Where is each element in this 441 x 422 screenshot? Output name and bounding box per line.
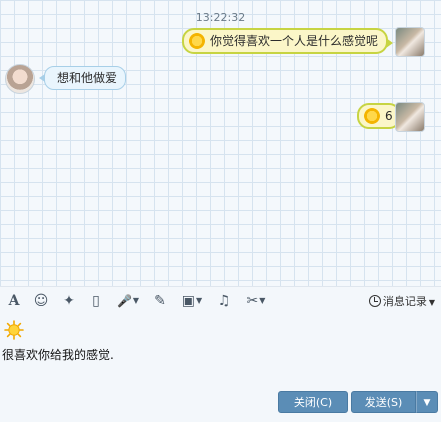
input-text: 很喜欢你给我的感觉. (2, 348, 114, 362)
message-text: 想和他做爱 (57, 71, 118, 85)
image-icon[interactable]: ▣▼ (176, 292, 208, 310)
contact-avatar[interactable] (5, 64, 35, 94)
message-bubble-incoming: 想和他做爱 (39, 66, 127, 90)
send-button[interactable]: 发送(S) (351, 391, 416, 413)
sun-emoji-icon (4, 320, 24, 340)
history-label: 消息记录 (382, 295, 427, 308)
message-timestamp: 13:22:32 (195, 11, 246, 24)
edit-icon[interactable]: ✎ (151, 292, 169, 310)
send-options-button[interactable]: ▼ (416, 391, 438, 413)
my-avatar[interactable] (395, 102, 425, 132)
font-icon[interactable]: A (6, 292, 22, 310)
message-bubble-outgoing: 你觉得喜欢一个人是什么感觉呢 (182, 28, 394, 54)
message-text: 6 (385, 109, 393, 123)
chat-history-panel: 13:22:32 你觉得喜欢一个人是什么感觉呢 想和他做爱 6 (0, 0, 441, 286)
message-text: 你觉得喜欢一个人是什么感觉呢 (210, 34, 379, 48)
picture-icon: ▣ (181, 293, 196, 309)
bubble-tail (39, 74, 45, 82)
screenshot-icon[interactable]: ✂▼ (240, 292, 272, 310)
sun-emoji-icon (364, 108, 380, 124)
bubble-tail (386, 38, 394, 48)
sun-emoji-icon (189, 33, 205, 49)
poke-icon[interactable]: ✦ (60, 292, 78, 310)
scissors-icon: ✂ (246, 293, 259, 309)
close-button[interactable]: 关闭(C) (278, 391, 348, 413)
chevron-down-icon: ▼ (196, 296, 203, 305)
music-icon[interactable]: ♫ (215, 292, 233, 310)
my-avatar[interactable] (395, 27, 425, 57)
clock-icon (368, 295, 381, 307)
footer-bar: 关闭(C) 发送(S) ▼ (0, 384, 441, 422)
chevron-down-icon: ▼ (423, 398, 431, 408)
microphone-icon: 🎤 (116, 294, 132, 308)
chevron-down-icon: ▼ (428, 298, 435, 307)
chevron-down-icon: ▼ (259, 296, 266, 305)
input-toolbar: A ☺ ✦ ▯ 🎤▼ ✎ ▣▼ ♫ ✂▼ 消息记录 ▼ (0, 286, 441, 314)
message-history-button[interactable]: 消息记录 ▼ (368, 293, 435, 309)
screen-share-icon[interactable]: ▯ (87, 292, 105, 310)
message-input[interactable]: 很喜欢你给我的感觉. (0, 314, 441, 384)
voice-icon[interactable]: 🎤▼ (113, 292, 143, 310)
emoji-icon[interactable]: ☺ (32, 292, 50, 310)
chevron-down-icon: ▼ (132, 296, 140, 305)
